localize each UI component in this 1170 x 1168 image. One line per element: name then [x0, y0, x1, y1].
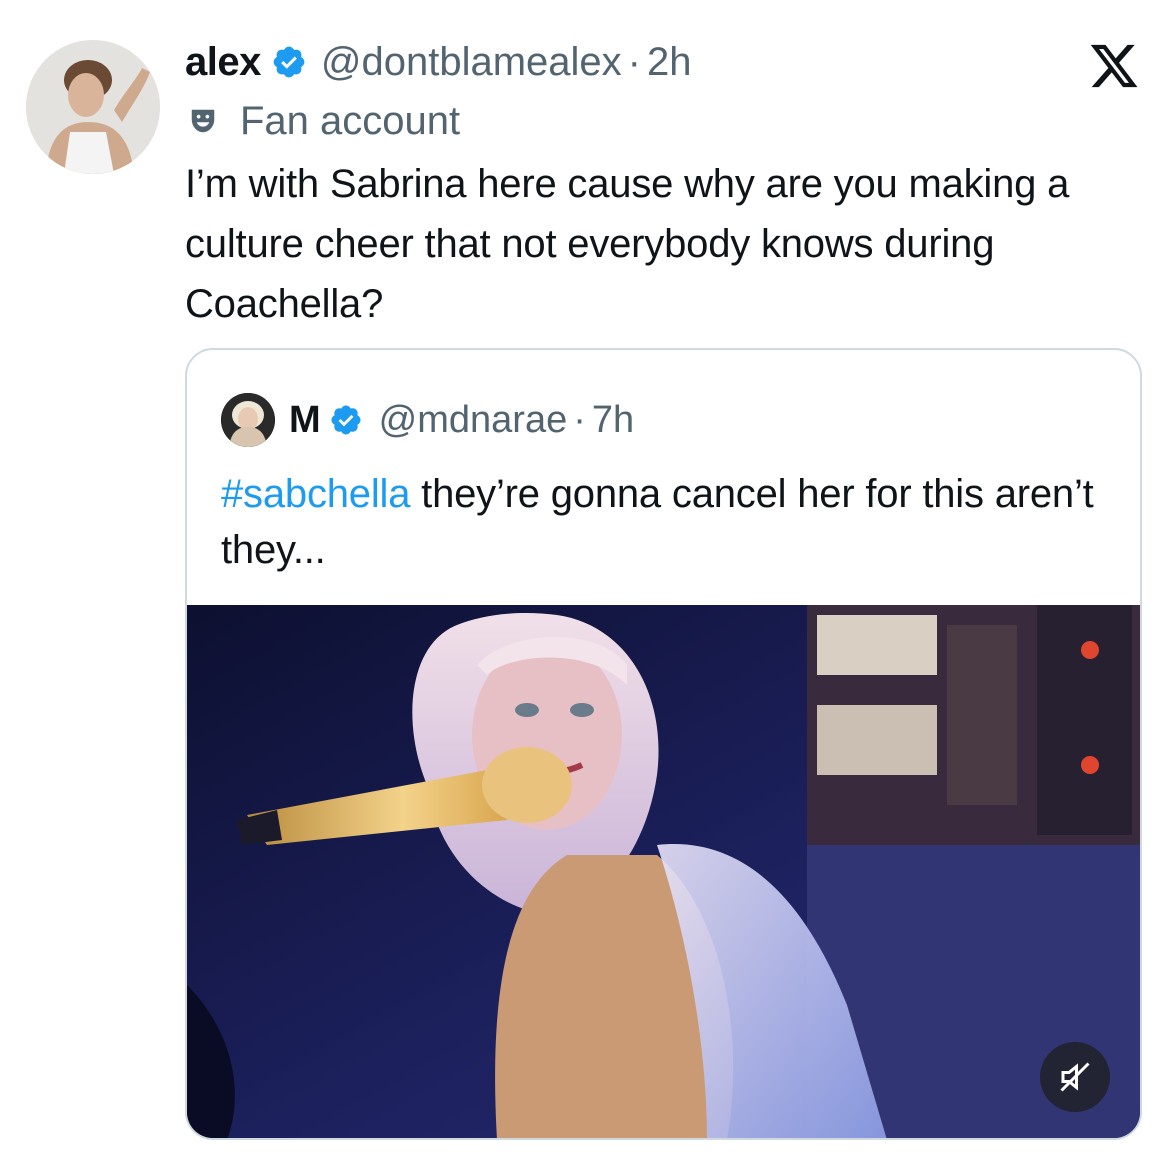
fan-account-label: Fan account: [188, 97, 460, 145]
quoted-author-handle[interactable]: @mdnarae: [379, 399, 568, 442]
video-frame: [187, 605, 1140, 1138]
speaker-muted-icon: [1060, 1062, 1090, 1092]
x-logo-icon: [1090, 44, 1138, 88]
quoted-author-name[interactable]: M: [289, 399, 321, 442]
video-media[interactable]: [187, 605, 1140, 1138]
dot-separator: ·: [627, 39, 641, 84]
hashtag-link[interactable]: #sabchella: [221, 472, 410, 516]
verified-badge-icon: [331, 405, 361, 435]
quoted-tweet[interactable]: M @mdnarae · 7h #sabchella they’re gonna…: [185, 348, 1142, 1140]
theater-mask-icon: [191, 109, 215, 133]
quoted-timestamp[interactable]: 7h: [592, 399, 634, 442]
quoted-header: M @mdnarae · 7h: [221, 392, 634, 448]
author-header: alex @dontblamealex · 2h: [185, 36, 691, 88]
tweet-text: I’m with Sabrina here cause why are you …: [185, 162, 1070, 326]
fan-account-text: Fan account: [240, 98, 461, 143]
tweet-timestamp[interactable]: 2h: [647, 40, 692, 85]
tweet[interactable]: alex @dontblamealex · 2h Fan account I’m…: [0, 0, 1170, 1168]
mute-toggle-button[interactable]: [1040, 1042, 1110, 1112]
dot-separator: ·: [573, 398, 586, 441]
quoted-avatar[interactable]: [221, 393, 275, 447]
verified-badge-icon: [273, 46, 305, 78]
author-name[interactable]: alex: [185, 40, 261, 85]
quoted-text: #sabchella they’re gonna cancel her for …: [221, 466, 1121, 578]
author-avatar[interactable]: [26, 40, 160, 174]
author-handle[interactable]: @dontblamealex: [321, 40, 622, 85]
